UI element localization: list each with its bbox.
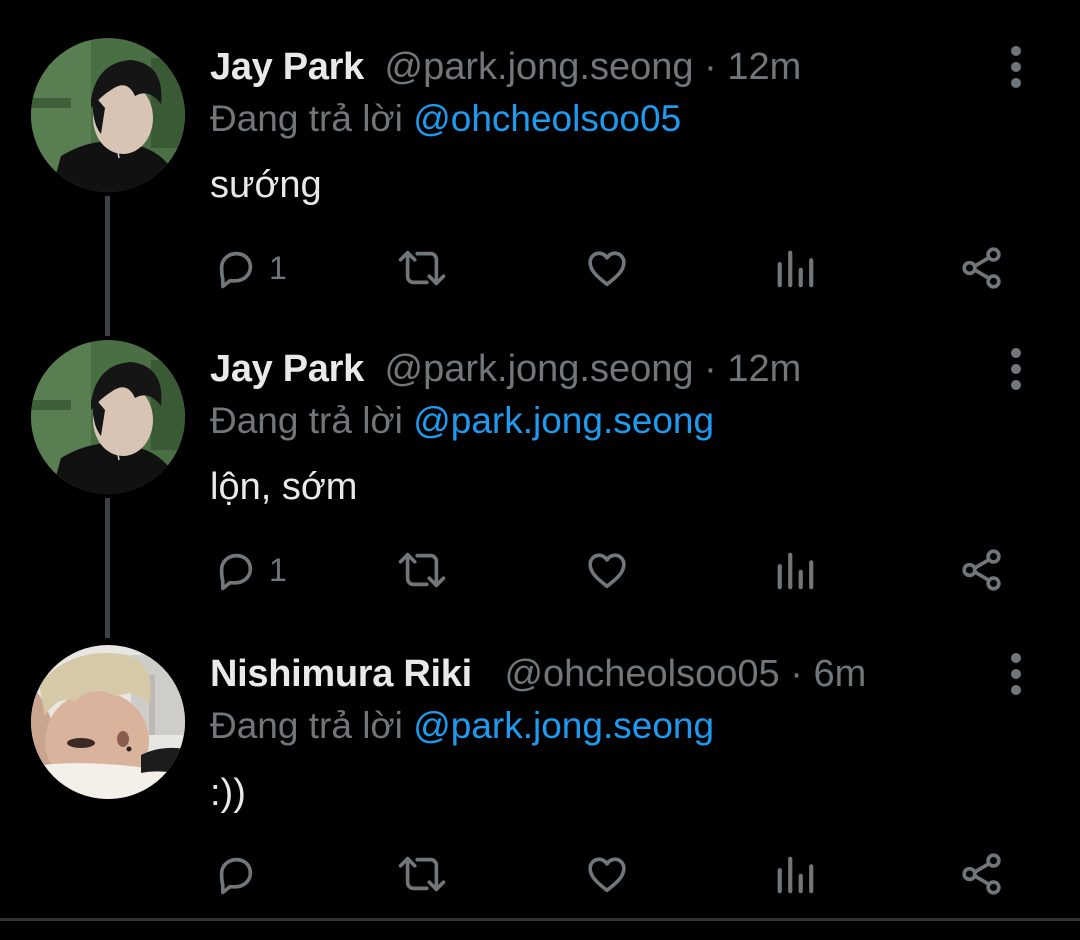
reply-mention-link[interactable]: @park.jong.seong bbox=[413, 400, 714, 441]
timestamp[interactable]: 6m bbox=[813, 653, 866, 695]
reply-button[interactable]: 1 bbox=[213, 238, 287, 298]
reply-prefix: Đang trả lời bbox=[210, 98, 403, 139]
separator-dot: · bbox=[790, 653, 803, 695]
avatar-jay-park-image bbox=[31, 38, 185, 192]
like-button[interactable] bbox=[584, 844, 630, 904]
reply-button[interactable] bbox=[213, 844, 269, 904]
tweet-text: lộn, sớm bbox=[210, 466, 358, 508]
tweet-1[interactable]: Jay Park @park.jong.seong · 12m Đang trả… bbox=[0, 0, 1080, 336]
tweet-header: Jay Park @park.jong.seong · 12m bbox=[210, 42, 801, 92]
more-vertical-icon bbox=[1011, 348, 1021, 390]
like-icon bbox=[588, 251, 626, 287]
reply-mention-link[interactable]: @ohcheolsoo05 bbox=[413, 98, 681, 139]
user-handle[interactable]: @park.jong.seong bbox=[385, 348, 694, 390]
retweet-button[interactable] bbox=[397, 238, 447, 298]
separator-dot: · bbox=[704, 46, 717, 88]
more-vertical-icon bbox=[1011, 653, 1021, 695]
share-icon bbox=[962, 549, 1001, 591]
analytics-button[interactable] bbox=[774, 238, 816, 298]
share-button[interactable] bbox=[959, 844, 1005, 904]
like-icon bbox=[588, 857, 626, 893]
like-button[interactable] bbox=[584, 540, 630, 600]
reply-context: Đang trả lời @park.jong.seong bbox=[210, 396, 714, 446]
analytics-button[interactable] bbox=[774, 540, 816, 600]
reply-prefix: Đang trả lời bbox=[210, 705, 403, 746]
reply-button[interactable]: 1 bbox=[213, 540, 287, 600]
tweet-3[interactable]: Nishimura Riki @ohcheolsoo05 · 6m Đang t… bbox=[0, 604, 1080, 906]
avatar-jay-park-image bbox=[31, 340, 185, 494]
retweet-button[interactable] bbox=[397, 540, 447, 600]
analytics-icon bbox=[777, 250, 814, 288]
display-name[interactable]: Nishimura Riki bbox=[210, 653, 472, 695]
reply-icon bbox=[219, 251, 253, 289]
more-options-button[interactable] bbox=[996, 649, 1036, 699]
tweet-actions: 1 bbox=[0, 540, 1080, 600]
reply-icon bbox=[219, 553, 253, 591]
more-options-button[interactable] bbox=[996, 42, 1036, 92]
avatar-nishimura-riki-image bbox=[31, 645, 185, 799]
display-name[interactable]: Jay Park bbox=[210, 348, 364, 390]
more-vertical-icon bbox=[1011, 46, 1021, 88]
share-button[interactable] bbox=[959, 238, 1005, 298]
analytics-icon bbox=[777, 552, 814, 590]
like-button[interactable] bbox=[584, 238, 630, 298]
tweet-header: Nishimura Riki @ohcheolsoo05 · 6m bbox=[210, 649, 866, 699]
share-button[interactable] bbox=[959, 540, 1005, 600]
retweet-icon bbox=[398, 552, 446, 588]
avatar[interactable] bbox=[31, 645, 185, 799]
bottom-divider bbox=[0, 918, 1080, 921]
more-options-button[interactable] bbox=[996, 344, 1036, 394]
tweet-actions bbox=[0, 844, 1080, 904]
avatar[interactable] bbox=[31, 38, 185, 192]
retweet-icon bbox=[398, 250, 446, 286]
tweet-2[interactable]: Jay Park @park.jong.seong · 12m Đang trả… bbox=[0, 302, 1080, 638]
retweet-icon bbox=[398, 856, 446, 892]
tweet-actions: 1 bbox=[0, 238, 1080, 298]
tweet-thread: Jay Park @park.jong.seong · 12m Đang trả… bbox=[0, 0, 1080, 921]
separator-dot: · bbox=[704, 348, 717, 390]
timestamp[interactable]: 12m bbox=[727, 348, 801, 390]
avatar[interactable] bbox=[31, 340, 185, 494]
reply-context: Đang trả lời @park.jong.seong bbox=[210, 701, 714, 751]
tweet-text: sướng bbox=[210, 164, 322, 206]
tweet-header: Jay Park @park.jong.seong · 12m bbox=[210, 344, 801, 394]
user-handle[interactable]: @park.jong.seong bbox=[385, 46, 694, 88]
reply-prefix: Đang trả lời bbox=[210, 400, 403, 441]
reply-mention-link[interactable]: @park.jong.seong bbox=[413, 705, 714, 746]
like-icon bbox=[588, 553, 626, 589]
timestamp[interactable]: 12m bbox=[727, 46, 801, 88]
share-icon bbox=[962, 853, 1001, 895]
reply-count: 1 bbox=[269, 551, 287, 588]
reply-icon bbox=[219, 857, 253, 895]
retweet-button[interactable] bbox=[397, 844, 447, 904]
analytics-icon bbox=[777, 856, 814, 894]
user-handle[interactable]: @ohcheolsoo05 bbox=[504, 653, 779, 695]
reply-count: 1 bbox=[269, 249, 287, 286]
display-name[interactable]: Jay Park bbox=[210, 46, 364, 88]
tweet-text: :)) bbox=[210, 772, 246, 814]
analytics-button[interactable] bbox=[774, 844, 816, 904]
share-icon bbox=[962, 247, 1001, 289]
reply-context: Đang trả lời @ohcheolsoo05 bbox=[210, 94, 681, 144]
